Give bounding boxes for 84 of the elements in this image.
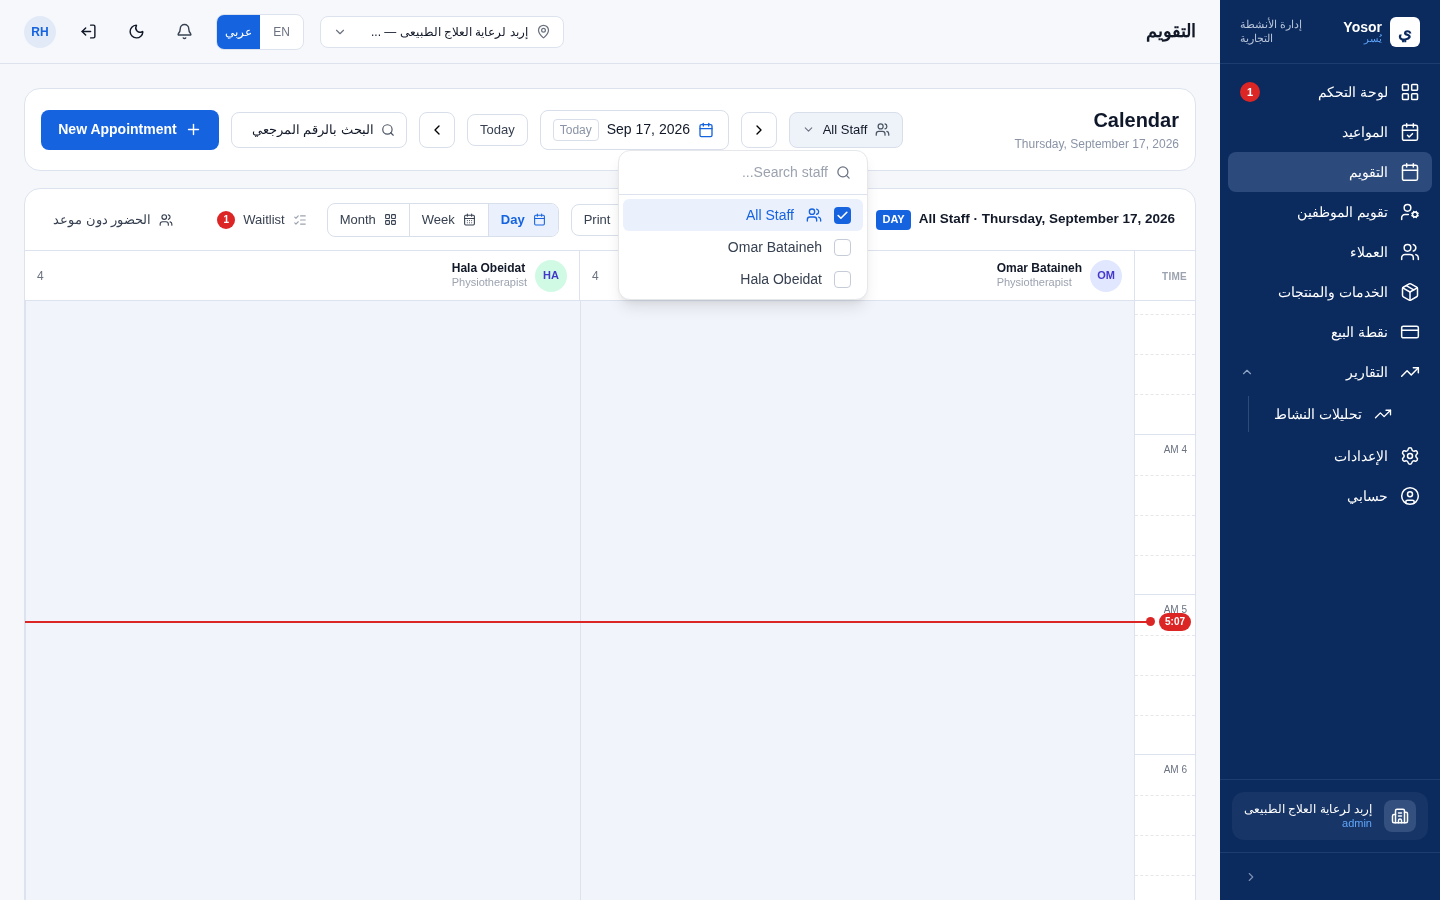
organization-name: إربد لرعاية العلاج الطبيعى [1244, 801, 1372, 817]
card-icon [1400, 322, 1420, 342]
staff-name: Hala Obeidat [451, 261, 526, 277]
sidebar-item[interactable]: حسابي [1228, 476, 1432, 516]
settings-icon [1400, 446, 1420, 466]
sidebar-item[interactable]: التقويم [1228, 152, 1432, 192]
brand-name: Yosor [1343, 19, 1382, 34]
box-icon [1400, 282, 1420, 302]
logo: ي [1390, 16, 1420, 47]
time-heading: TIME [1162, 271, 1187, 282]
sidebar-subitem[interactable]: تحليلات النشاط [1249, 396, 1400, 432]
users-icon [875, 122, 891, 137]
users-icon [1400, 242, 1420, 262]
appointment-count: 4 [37, 267, 44, 285]
reference-search-field[interactable]: البحث بالرقم المرجعي [231, 111, 407, 148]
checkbox[interactable] [834, 270, 851, 288]
checkbox[interactable] [834, 238, 851, 256]
calendar-check-icon [1400, 122, 1420, 142]
grid-icon [383, 213, 397, 226]
today-button[interactable]: Today [467, 113, 528, 146]
calendar-icon [698, 121, 715, 138]
sidebar-item[interactable]: الخدمات والمنتجات [1228, 272, 1432, 312]
calendar-date: Thursday, September 17, 2026 [1014, 137, 1179, 150]
appointment-count: 4 [592, 267, 599, 285]
page-title: التقويم [1146, 20, 1196, 44]
check-icon [836, 208, 849, 222]
user-role: admin [1342, 816, 1372, 831]
staff-option[interactable]: Hala Obeidat [623, 263, 863, 295]
sidebar-item[interactable]: التقارير [1228, 352, 1432, 392]
count-badge: 1 [1240, 82, 1260, 102]
view-tab[interactable]: Day [487, 203, 558, 236]
today-badge: DAY [876, 209, 911, 230]
hour-label: AM 5 [1163, 604, 1187, 615]
language-option[interactable]: عربي [217, 14, 260, 49]
brand-subtitle: يُسر [1364, 33, 1382, 44]
staff-search-field[interactable]: Search staff... [635, 162, 828, 183]
date-value: Sep 17, 2026 [606, 120, 691, 139]
staff-role: Physiotherapist [451, 276, 527, 290]
previous-button[interactable] [419, 111, 455, 148]
sidebar-item[interactable]: تقويم الموظفين [1228, 192, 1432, 232]
sidebar-item[interactable]: نقطة البيع [1228, 312, 1432, 352]
user-circle-icon [1400, 486, 1420, 506]
building-icon [1391, 807, 1409, 825]
list-icon [292, 212, 307, 227]
staff-avatar: HA [535, 259, 567, 292]
bell-icon [175, 23, 193, 40]
language-option[interactable]: EN [260, 14, 303, 49]
location-dropdown[interactable]: إربد لرعاية العلاج الطبيعى — ... [320, 15, 564, 48]
count-badge: 1 [217, 210, 236, 229]
staff-filter-button[interactable]: All Staff [788, 111, 904, 148]
staff-role: Physiotherapist [996, 276, 1072, 290]
calendar-icon [462, 213, 476, 226]
user-avatar[interactable]: RH [24, 15, 56, 48]
sidebar-item[interactable]: المواعيد [1228, 112, 1432, 152]
staff-avatar: OM [1090, 259, 1122, 292]
brand-tagline: إدارة الأنشطة التجارية [1240, 17, 1304, 46]
current-time-badge: 5:07 [1159, 612, 1191, 631]
calendar-view-title: All Staff · Thursday, September 17, 2026 [918, 210, 1175, 229]
date-picker[interactable]: Today Sep 17, 2026 [539, 109, 729, 150]
calendar-title: Calendar [1093, 109, 1179, 130]
logout-icon [79, 23, 97, 40]
users-icon [159, 212, 174, 227]
sidebar-item[interactable]: الإعدادات [1228, 436, 1432, 476]
view-tab[interactable]: Week [408, 203, 488, 236]
calendar-icon [1400, 162, 1420, 182]
calendar-icon [532, 213, 546, 226]
search-icon [381, 122, 395, 137]
view-tab[interactable]: Month [327, 203, 409, 236]
sidebar-item[interactable]: العملاء [1228, 232, 1432, 272]
grid-icon [1400, 82, 1420, 102]
moon-icon [127, 23, 145, 40]
walk-in-button[interactable]: الحضور دون موعد [45, 203, 182, 236]
waitlist-label: Waitlist [243, 210, 285, 229]
search-icon [836, 165, 851, 180]
hour-label: AM 4 [1163, 444, 1187, 455]
staff-name: Omar Bataineh [996, 261, 1082, 277]
waitlist-button[interactable]: 1 Waitlist [209, 203, 315, 236]
new-appointment-button[interactable]: New Appointment [41, 109, 219, 150]
users-icon [806, 207, 822, 223]
hour-label: AM 6 [1163, 764, 1187, 775]
pin-icon [535, 24, 551, 39]
staff-option[interactable]: All Staff [623, 199, 863, 231]
user-gear-icon [1400, 202, 1420, 222]
checkbox[interactable] [834, 206, 851, 224]
